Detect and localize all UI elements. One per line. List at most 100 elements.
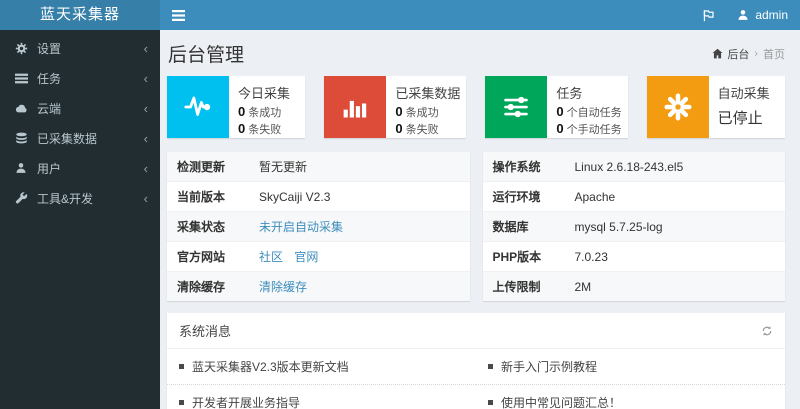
- stat-value: 0: [395, 121, 403, 136]
- sidebar-item-cloud[interactable]: 云端 ‹: [0, 93, 160, 123]
- bullet-icon: [488, 364, 493, 369]
- message-item[interactable]: 开发者开展业务指导: [167, 385, 476, 409]
- row-label: 运行环境: [482, 181, 565, 212]
- bullet-icon: [488, 400, 493, 405]
- table-row: 当前版本 SkyCaiji V2.3: [167, 181, 470, 212]
- message-text: 开发者开展业务指导: [192, 396, 301, 409]
- refresh-button[interactable]: [761, 325, 773, 337]
- page-title: 后台管理: [168, 45, 245, 66]
- card-content: 已采集数据 0 条成功 0 条失败: [386, 76, 466, 138]
- table-row: 数据库 mysql 5.7.25-log: [482, 211, 785, 242]
- wrench-icon: [14, 191, 28, 205]
- messages-title: 系统消息: [179, 324, 232, 339]
- user-menu-button[interactable]: admin: [737, 8, 788, 22]
- flag-menu-button[interactable]: [702, 9, 715, 22]
- stat-value: 0: [556, 121, 564, 136]
- chevron-left-icon: ‹: [143, 100, 148, 116]
- app-logo[interactable]: 蓝天采集器: [0, 0, 160, 30]
- stat-value: 0: [238, 104, 246, 119]
- stat-label: 条成功: [248, 107, 282, 119]
- status-table: 检测更新 暂无更新 当前版本 SkyCaiji V2.3 采集状态 未开启自动采…: [167, 152, 470, 301]
- table-row: 上传限制 2M: [482, 271, 785, 301]
- row-value: Linux 2.6.18-243.el5: [574, 159, 684, 174]
- breadcrumb-separator: ›: [754, 47, 758, 60]
- row-value: 7.0.23: [564, 241, 785, 272]
- message-item[interactable]: 使用中常见问题汇总！: [476, 385, 785, 409]
- sidebar-item-tasks[interactable]: 任务 ‹: [0, 63, 160, 93]
- content-header: 后台管理 后台 › 首页: [160, 30, 800, 76]
- stat-value: 0: [238, 121, 246, 136]
- sidebar-item-label: 设置: [37, 41, 62, 56]
- stat-value: 0: [556, 104, 564, 119]
- card-auto-collection[interactable]: 自动采集 已停止: [646, 76, 785, 138]
- person-icon: [737, 9, 749, 21]
- community-link[interactable]: 社区: [259, 250, 283, 264]
- sidebar-item-collected-data[interactable]: 已采集数据 ‹: [0, 123, 160, 153]
- message-item[interactable]: 蓝天采集器V2.3版本更新文档: [167, 349, 476, 385]
- card-stat-line: 0 条成功: [395, 104, 460, 121]
- row-label: 当前版本: [167, 181, 249, 212]
- card-collected-data[interactable]: 已采集数据 0 条成功 0 条失败: [324, 76, 467, 138]
- sidebar-item-users[interactable]: 用户 ‹: [0, 153, 160, 183]
- row-value: mysql 5.7.25-log: [564, 211, 785, 242]
- info-panels-row: 检测更新 暂无更新 当前版本 SkyCaiji V2.3 采集状态 未开启自动采…: [160, 138, 800, 301]
- card-content: 自动采集 已停止: [709, 76, 776, 138]
- message-text: 使用中常见问题汇总！: [501, 396, 622, 409]
- auto-collection-status: 已停止: [717, 110, 763, 127]
- stat-label: 条失败: [405, 124, 439, 136]
- bullet-icon: [179, 400, 184, 405]
- sidebar-item-label: 用户: [37, 161, 62, 176]
- card-content: 今日采集 0 条成功 0 条失败: [229, 76, 296, 138]
- breadcrumb: 后台 › 首页: [712, 46, 785, 62]
- system-messages-box: 系统消息 蓝天采集器V2.3版本更新文档 新手入门示例教程 开发者开展业务指导 …: [167, 313, 785, 409]
- breadcrumb-current: 首页: [763, 48, 785, 61]
- bar-chart-icon: [324, 76, 387, 138]
- sidebar-item-label: 已采集数据: [37, 131, 98, 146]
- stat-cards-row: 今日采集 0 条成功 0 条失败 已采集数据 0 条成功 0 条失败 任务 0 …: [160, 76, 800, 138]
- row-label: 操作系统: [492, 160, 541, 174]
- sidebar-item-tools-dev[interactable]: 工具&开发 ‹: [0, 183, 160, 213]
- sidebar-item-settings[interactable]: 设置 ‹: [0, 33, 160, 63]
- stat-label: 个自动任务: [566, 107, 622, 119]
- breadcrumb-home-label: 后台: [727, 48, 750, 61]
- card-stat-line: 0 条成功: [238, 104, 290, 121]
- messages-header: 系统消息: [167, 313, 785, 349]
- refresh-icon: [761, 325, 773, 337]
- tasks-icon: [14, 72, 28, 85]
- row-label: 上传限制: [482, 271, 565, 301]
- user-name: admin: [755, 8, 788, 22]
- stat-label: 条成功: [405, 107, 439, 119]
- message-text: 蓝天采集器V2.3版本更新文档: [192, 360, 349, 374]
- official-site-link[interactable]: 官网: [294, 250, 318, 264]
- table-row: 运行环境 Apache: [482, 181, 785, 212]
- sidebar-item-label: 工具&开发: [37, 191, 94, 206]
- main-header: 蓝天采集器 admin: [0, 0, 800, 30]
- card-title: 已采集数据: [395, 86, 461, 101]
- chevron-left-icon: ‹: [143, 160, 148, 176]
- collect-status-link[interactable]: 未开启自动采集: [259, 220, 343, 234]
- card-content: 任务 0 个自动任务 0 个手动任务: [547, 76, 627, 138]
- hamburger-icon: [171, 9, 185, 21]
- card-stat-line: 0 条失败: [238, 121, 290, 138]
- sidebar-item-label: 任务: [37, 71, 62, 86]
- row-label: 数据库: [482, 211, 565, 242]
- table-row: 检测更新 暂无更新: [167, 152, 470, 182]
- table-row: 采集状态 未开启自动采集: [167, 211, 470, 242]
- card-tasks[interactable]: 任务 0 个自动任务 0 个手动任务: [485, 76, 628, 138]
- messages-grid: 蓝天采集器V2.3版本更新文档 新手入门示例教程 开发者开展业务指导 使用中常见…: [167, 349, 785, 409]
- table-row: 官方网站 社区 官网: [167, 241, 470, 272]
- row-value: SkyCaiji V2.3: [249, 181, 470, 212]
- row-value: Apache: [564, 181, 785, 212]
- chevron-left-icon: ‹: [143, 130, 148, 146]
- breadcrumb-home-link[interactable]: 后台: [712, 46, 749, 62]
- row-value: 2M: [564, 271, 785, 301]
- row-label: 清除缓存: [167, 271, 249, 301]
- sidebar-toggle-button[interactable]: [160, 0, 196, 30]
- message-item[interactable]: 新手入门示例教程: [476, 349, 785, 385]
- home-icon: [712, 48, 723, 59]
- cloud-icon: [14, 102, 28, 115]
- stat-value: 0: [395, 104, 403, 119]
- card-today-collection[interactable]: 今日采集 0 条成功 0 条失败: [167, 76, 306, 138]
- card-title: 自动采集: [717, 86, 770, 101]
- clear-cache-link[interactable]: 清除缓存: [259, 280, 307, 294]
